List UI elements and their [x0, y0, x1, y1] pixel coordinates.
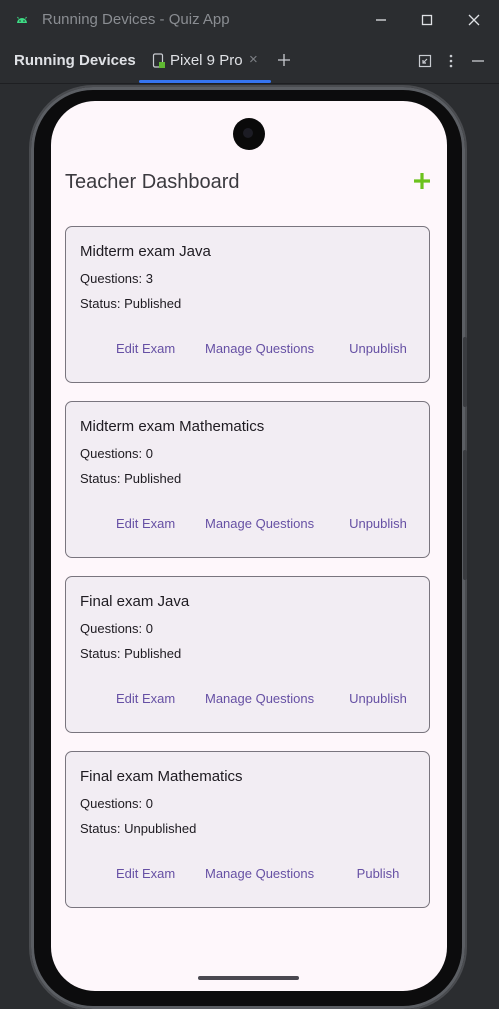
minimize-icon — [376, 19, 386, 21]
device-icon — [152, 53, 165, 68]
exam-status: Status: Published — [80, 471, 182, 486]
more-vert-icon — [449, 54, 453, 68]
manage-questions-button[interactable]: Manage Questions — [205, 866, 314, 881]
edit-exam-button[interactable]: Edit Exam — [116, 866, 175, 881]
android-icon — [17, 16, 27, 23]
exam-title: Final exam Mathematics — [80, 768, 243, 785]
add-device-tab-button[interactable] — [274, 49, 294, 71]
exam-status: Status: Published — [80, 296, 182, 311]
close-window-button[interactable] — [462, 8, 486, 32]
plus-icon — [278, 54, 290, 66]
volume-button — [463, 450, 467, 580]
exam-title: Final exam Java — [80, 593, 190, 610]
gesture-home-bar[interactable] — [198, 976, 299, 980]
active-tab-indicator — [139, 80, 271, 83]
edit-exam-button[interactable]: Edit Exam — [116, 516, 175, 531]
front-camera — [233, 118, 265, 150]
maximize-window-button[interactable] — [415, 8, 439, 32]
unpublish-button[interactable]: Unpublish — [347, 691, 409, 706]
exam-card: Midterm exam Mathematics Questions: 0 St… — [65, 401, 430, 558]
unpublish-button[interactable]: Unpublish — [347, 341, 409, 356]
exam-card: Final exam Java Questions: 0 Status: Pub… — [65, 576, 430, 733]
question-count: Questions: 3 — [80, 271, 153, 286]
plus-icon — [414, 173, 430, 189]
maximize-icon — [421, 14, 433, 26]
exam-title: Midterm exam Java — [80, 243, 211, 260]
toolwindow-title: Running Devices — [14, 52, 136, 69]
tab-pixel-9-pro[interactable]: Pixel 9 Pro × — [139, 40, 271, 83]
exam-status: Status: Unpublished — [80, 821, 197, 836]
exam-status: Status: Published — [80, 646, 182, 661]
minimize-window-button[interactable] — [369, 8, 393, 32]
question-count: Questions: 0 — [80, 621, 153, 636]
exam-title: Midterm exam Mathematics — [80, 418, 265, 435]
edit-exam-button[interactable]: Edit Exam — [116, 341, 175, 356]
publish-button[interactable]: Publish — [347, 866, 409, 881]
detach-view-button[interactable] — [415, 51, 435, 71]
close-icon — [468, 14, 480, 26]
manage-questions-button[interactable]: Manage Questions — [205, 516, 314, 531]
hide-toolwindow-button[interactable] — [468, 51, 488, 71]
page-title: Teacher Dashboard — [65, 171, 240, 193]
exam-card: Final exam Mathematics Questions: 0 Stat… — [65, 751, 430, 908]
manage-questions-button[interactable]: Manage Questions — [205, 341, 314, 356]
power-button — [463, 337, 467, 407]
window-title: Running Devices - Quiz App — [42, 11, 230, 28]
detach-icon — [418, 54, 432, 68]
exam-card: Midterm exam Java Questions: 3 Status: P… — [65, 226, 430, 383]
title-bar: Running Devices - Quiz App — [0, 0, 499, 40]
tab-close-icon[interactable]: × — [249, 51, 258, 68]
phone-screen[interactable]: Teacher Dashboard Midterm exam Java Ques… — [51, 101, 447, 991]
add-exam-button[interactable] — [408, 167, 436, 195]
unpublish-button[interactable]: Unpublish — [347, 516, 409, 531]
manage-questions-button[interactable]: Manage Questions — [205, 691, 314, 706]
edit-exam-button[interactable]: Edit Exam — [116, 691, 175, 706]
tab-label: Pixel 9 Pro — [170, 52, 243, 69]
more-options-button[interactable] — [441, 51, 461, 71]
minimize-icon — [472, 60, 484, 62]
question-count: Questions: 0 — [80, 796, 153, 811]
running-devices-toolbar: Running Devices Pixel 9 Pro × — [0, 40, 499, 84]
question-count: Questions: 0 — [80, 446, 153, 461]
